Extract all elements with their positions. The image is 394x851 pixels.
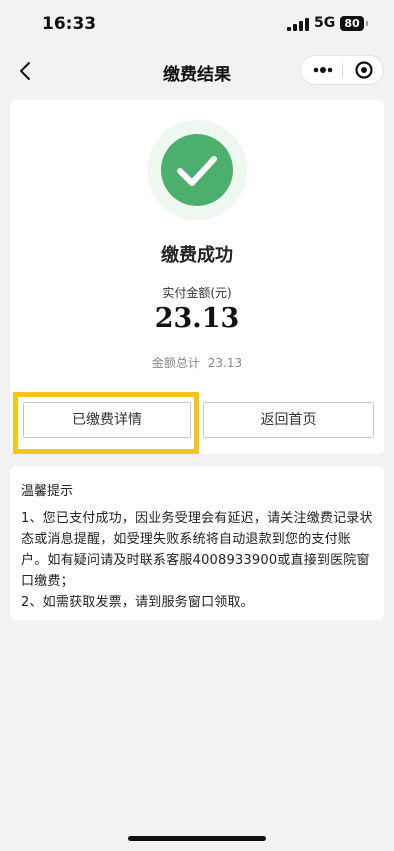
battery-icon: 80 (340, 16, 364, 31)
tips-title: 温馨提示 (21, 484, 74, 499)
result-title: 缴费成功 (161, 245, 233, 266)
check-circle-icon (161, 134, 233, 206)
result-card: 缴费成功 实付金额(元) 23.13 金额总计 23.13 已缴费详情 返回首页 (10, 100, 384, 454)
total-value: 23.13 (207, 356, 243, 370)
nav-bar: 缴费结果 (0, 48, 394, 94)
tips-card: 温馨提示 1、您已支付成功，因业务受理会有延迟，请关注缴费记录状态或消息提醒，如… (10, 466, 384, 620)
amount-value: 23.13 (154, 303, 240, 334)
total-label: 金额总计 (151, 356, 200, 370)
back-home-button[interactable]: 返回首页 (203, 402, 374, 438)
tips-item: 2、如需获取发票，请到服务窗口领取。 (21, 595, 254, 610)
status-bar: 16:33 5G 80 (0, 0, 394, 48)
battery-tip (366, 21, 368, 26)
signal-strength-icon (287, 18, 309, 31)
miniprogram-close-icon[interactable] (352, 59, 376, 81)
status-time: 16:33 (42, 14, 97, 34)
network-type: 5G (314, 15, 336, 31)
tips-item: 1、您已支付成功，因业务受理会有延迟，请关注缴费记录状态或消息提醒，如受理失败系… (21, 511, 373, 589)
miniprogram-capsule (300, 55, 384, 85)
more-dots-icon[interactable] (309, 60, 337, 80)
total-line: 金额总计 23.13 (10, 354, 384, 371)
payment-detail-button[interactable]: 已缴费详情 (23, 402, 191, 438)
home-indicator (128, 836, 266, 841)
capsule-divider (342, 63, 343, 78)
amount-label: 实付金额(元) (162, 286, 232, 300)
